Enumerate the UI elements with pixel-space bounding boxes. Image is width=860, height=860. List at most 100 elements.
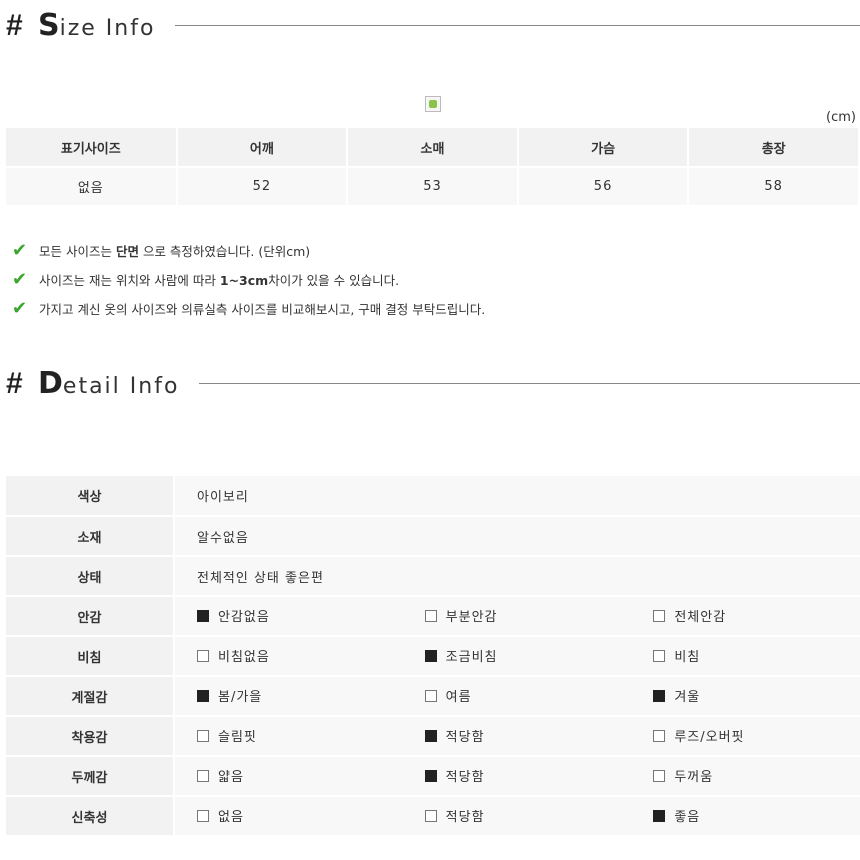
detail-option: 두꺼움 xyxy=(631,756,860,797)
detail-option: 적당함 xyxy=(402,716,632,757)
detail-info-title: Detail Info xyxy=(38,366,180,401)
size-table: 표기사이즈 어깨 소매 가슴 총장 없음 52 53 56 58 xyxy=(6,128,860,207)
detail-label: 색상 xyxy=(6,476,175,517)
detail-row: 색상 아이보리 xyxy=(6,476,860,517)
size-cell: 56 xyxy=(517,167,690,207)
check-icon: ✔ xyxy=(12,240,28,261)
option-text: 안감없음 xyxy=(218,610,270,626)
size-cell: 없음 xyxy=(6,167,178,207)
check-icon: ✔ xyxy=(12,298,28,319)
option-text: 여름 xyxy=(445,690,472,706)
size-info-header: # Size Info xyxy=(6,8,860,43)
checked-box-icon xyxy=(424,729,437,742)
detail-option: 좋음 xyxy=(631,796,860,837)
option-text: 부분안감 xyxy=(445,610,498,626)
size-header-cell: 총장 xyxy=(688,128,860,168)
size-header-cell: 소매 xyxy=(347,128,519,168)
note-text: 사이즈는 재는 위치와 사람에 따라 1~3cm차이가 있을 수 있습니다. xyxy=(39,273,400,288)
unchecked-box-icon xyxy=(653,769,666,782)
broken-image-icon xyxy=(425,96,441,112)
option-text: 두꺼움 xyxy=(674,770,714,786)
unchecked-box-icon xyxy=(424,809,437,822)
detail-option: 없음 xyxy=(174,796,403,837)
detail-value: 아이보리 xyxy=(174,476,860,517)
detail-option-row: 안감 안감없음 부분안감 전체안감 xyxy=(6,596,860,637)
unchecked-box-icon xyxy=(197,809,209,822)
size-header-cell: 어깨 xyxy=(176,128,349,168)
unchecked-box-icon xyxy=(197,729,209,742)
detail-option: 슬림핏 xyxy=(174,716,403,757)
size-cell: 53 xyxy=(347,167,519,207)
detail-option-row: 착용감 슬림핏 적당함 루즈/오버핏 xyxy=(6,716,860,757)
detail-option-row: 두께감 얇음 적당함 두꺼움 xyxy=(6,756,860,797)
note-item: ✔ 모든 사이즈는 단면 으로 측정하였습니다. (단위cm) xyxy=(12,236,485,265)
detail-label: 두께감 xyxy=(6,756,175,797)
option-text: 비침없음 xyxy=(218,650,270,666)
size-cell: 52 xyxy=(176,167,349,207)
detail-option-row: 비침 비침없음 조금비침 비침 xyxy=(6,636,860,677)
check-icon: ✔ xyxy=(12,269,28,290)
detail-option: 전체안감 xyxy=(631,596,860,637)
size-info-title: Size Info xyxy=(38,8,156,43)
option-text: 적당함 xyxy=(445,730,485,746)
detail-label: 착용감 xyxy=(6,716,175,757)
detail-option: 부분안감 xyxy=(402,596,632,637)
detail-label: 소재 xyxy=(6,516,175,557)
detail-option: 비침 xyxy=(631,636,860,677)
size-header-cell: 가슴 xyxy=(517,128,690,168)
checked-box-icon xyxy=(653,809,666,822)
unchecked-box-icon xyxy=(653,609,666,622)
detail-option: 루즈/오버핏 xyxy=(631,716,860,757)
option-text: 없음 xyxy=(218,810,244,826)
detail-option: 조금비침 xyxy=(402,636,632,677)
checked-box-icon xyxy=(653,689,666,702)
detail-value: 전체적인 상태 좋은편 xyxy=(174,556,860,597)
detail-label: 비침 xyxy=(6,636,175,677)
checked-box-icon xyxy=(197,689,209,702)
note-item: ✔ 사이즈는 재는 위치와 사람에 따라 1~3cm차이가 있을 수 있습니다. xyxy=(12,265,485,294)
detail-table: 색상 아이보리 소재 알수없음 상태 전체적인 상태 좋은편 안감 안감없음 부분안감 전체안감비… xyxy=(6,476,860,837)
option-text: 루즈/오버핏 xyxy=(674,730,745,746)
detail-option: 비침없음 xyxy=(174,636,403,677)
size-cell: 58 xyxy=(688,167,860,207)
detail-info-header: # Detail Info xyxy=(6,366,860,401)
unchecked-box-icon xyxy=(424,609,437,622)
checked-box-icon xyxy=(424,649,437,662)
detail-label: 신축성 xyxy=(6,796,175,837)
detail-row: 상태 전체적인 상태 좋은편 xyxy=(6,556,860,597)
detail-label: 상태 xyxy=(6,556,175,597)
header-divider xyxy=(175,25,860,26)
option-text: 얇음 xyxy=(218,770,244,786)
option-text: 봄/가을 xyxy=(218,690,263,706)
detail-option: 안감없음 xyxy=(174,596,403,637)
option-text: 적당함 xyxy=(445,810,485,826)
checked-box-icon xyxy=(424,769,437,782)
detail-row: 소재 알수없음 xyxy=(6,516,860,557)
hash-mark: # xyxy=(6,8,23,42)
option-text: 전체안감 xyxy=(674,610,727,626)
detail-option: 여름 xyxy=(402,676,632,717)
detail-option: 적당함 xyxy=(402,756,632,797)
note-text: 가지고 계신 옷의 사이즈와 의류실측 사이즈를 비교해보시고, 구매 결정 부… xyxy=(39,302,486,317)
detail-option: 얇음 xyxy=(174,756,403,797)
detail-label: 계절감 xyxy=(6,676,175,717)
size-table-header: 표기사이즈 어깨 소매 가슴 총장 xyxy=(6,128,860,168)
detail-option: 봄/가을 xyxy=(174,676,403,717)
unchecked-box-icon xyxy=(653,729,666,742)
detail-option: 겨울 xyxy=(631,676,860,717)
option-text: 겨울 xyxy=(674,690,701,706)
size-header-cell: 표기사이즈 xyxy=(6,128,178,168)
detail-label: 안감 xyxy=(6,596,175,637)
size-notes: ✔ 모든 사이즈는 단면 으로 측정하였습니다. (단위cm) ✔ 사이즈는 재… xyxy=(12,236,485,323)
detail-option-row: 계절감 봄/가을 여름 겨울 xyxy=(6,676,860,717)
unit-label: (cm) xyxy=(826,110,856,125)
option-text: 슬림핏 xyxy=(218,730,257,746)
note-item: ✔ 가지고 계신 옷의 사이즈와 의류실측 사이즈를 비교해보시고, 구매 결정… xyxy=(12,294,485,323)
note-text: 모든 사이즈는 단면 으로 측정하였습니다. (단위cm) xyxy=(39,244,311,259)
checked-box-icon xyxy=(197,609,209,622)
unchecked-box-icon xyxy=(653,649,666,662)
unchecked-box-icon xyxy=(424,689,437,702)
option-text: 조금비침 xyxy=(445,650,498,666)
option-text: 좋음 xyxy=(674,810,701,826)
hash-mark: # xyxy=(6,366,23,400)
